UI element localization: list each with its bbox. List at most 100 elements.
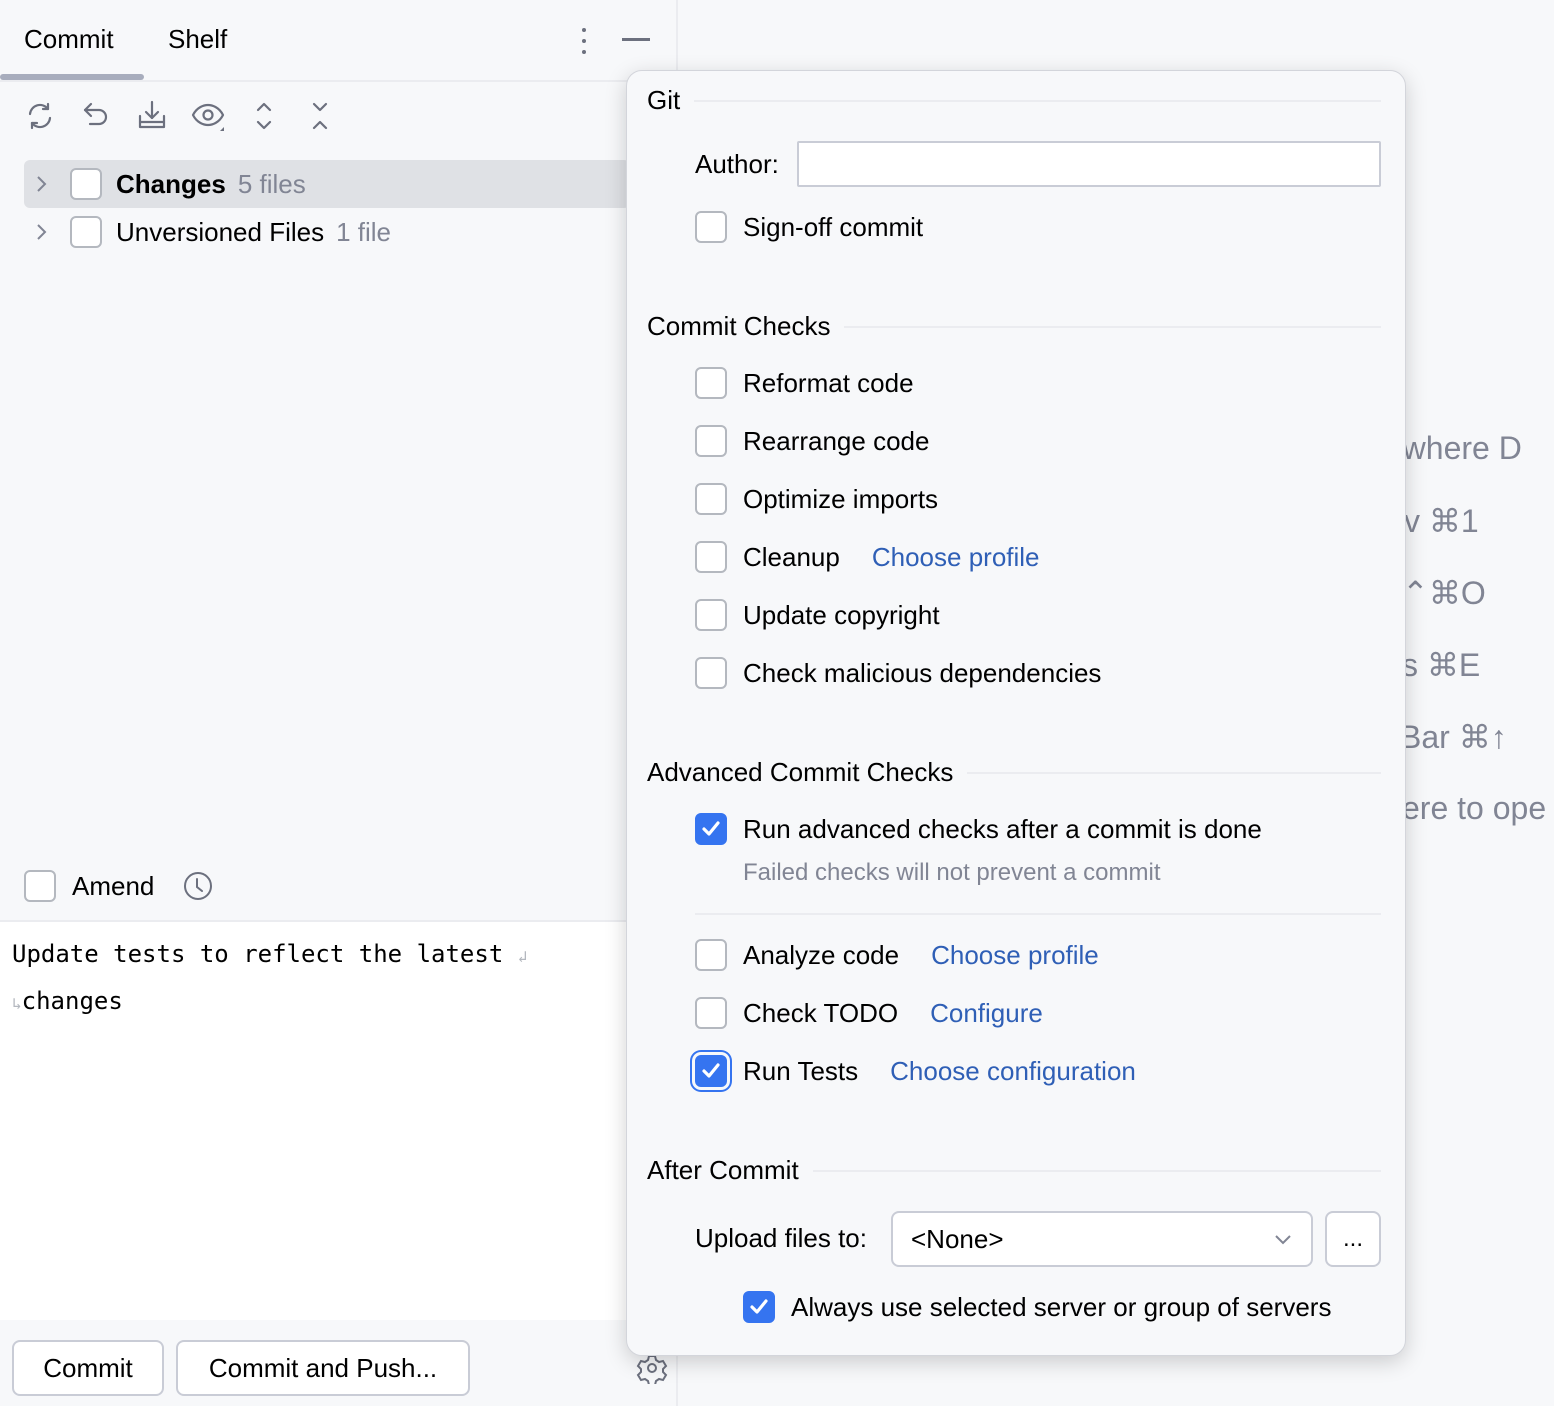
divider	[695, 913, 1381, 915]
hint-project-view: v ⌘1	[1404, 503, 1479, 539]
option-check-malicious-dependencies[interactable]: Check malicious dependencies	[695, 653, 1101, 693]
changes-toolbar	[20, 96, 340, 140]
tab-shelf[interactable]: Shelf	[168, 24, 227, 55]
run-tests-choose-configuration-link[interactable]: Choose configuration	[890, 1056, 1136, 1087]
tree-node-unversioned-files[interactable]: Unversioned Files 1 file	[24, 208, 630, 256]
section-advanced-commit-checks: Advanced Commit Checks	[647, 757, 1381, 788]
commit-and-push-button[interactable]: Commit and Push...	[176, 1340, 470, 1396]
rearrange-code-checkbox[interactable]	[695, 425, 727, 457]
history-clock-icon[interactable]	[182, 870, 214, 902]
cleanup-choose-profile-link[interactable]: Choose profile	[872, 542, 1040, 573]
section-title: Advanced Commit Checks	[647, 757, 954, 787]
chevron-right-icon[interactable]	[26, 174, 56, 194]
editor-empty-state: rywhere D v ⌘1 ⌃⌘O s ⌘E Bar ⌘↑ ere to op…	[1380, 0, 1554, 1406]
always-use-server-checkbox[interactable]	[743, 1291, 775, 1323]
section-title: Git	[647, 85, 681, 115]
option-check-todo[interactable]: Check TODO Configure	[695, 993, 1043, 1033]
option-update-copyright[interactable]: Update copyright	[695, 595, 940, 635]
cleanup-checkbox[interactable]	[695, 541, 727, 573]
option-label: Update copyright	[743, 599, 940, 630]
analyze-code-checkbox[interactable]	[695, 939, 727, 971]
option-label: Optimize imports	[743, 483, 939, 514]
section-after-commit: After Commit	[647, 1155, 1381, 1186]
option-rearrange-code[interactable]: Rearrange code	[695, 421, 929, 461]
option-label: Check malicious dependencies	[743, 657, 1102, 688]
option-cleanup[interactable]: Cleanup Choose profile	[695, 537, 1040, 577]
run-advanced-checks-checkbox[interactable]	[695, 813, 727, 845]
section-commit-checks: Commit Checks	[647, 311, 1381, 342]
check-malicious-dependencies-checkbox[interactable]	[695, 657, 727, 689]
tree-node-count: 1 file	[336, 216, 392, 247]
commit-tool-window: Commit Shelf Changes 5 files Unversioned…	[0, 0, 678, 1406]
option-reformat-code[interactable]: Reformat code	[695, 363, 914, 403]
checkmark-icon	[750, 1299, 768, 1314]
section-title: Commit Checks	[647, 311, 831, 341]
minimize-icon[interactable]	[622, 38, 650, 41]
ide-window: Commit Shelf Changes 5 files Unversioned…	[0, 0, 1554, 1406]
checkmark-icon	[702, 821, 720, 836]
hint-go-to-file: ⌃⌘O	[1402, 575, 1486, 611]
option-label: Run advanced checks after a commit is do…	[743, 813, 1262, 844]
option-label: Cleanup	[743, 541, 840, 572]
check-todo-checkbox[interactable]	[695, 997, 727, 1029]
check-todo-configure-link[interactable]: Configure	[930, 998, 1043, 1029]
reformat-code-checkbox[interactable]	[695, 367, 727, 399]
amend-checkbox[interactable]	[24, 870, 56, 902]
update-copyright-checkbox[interactable]	[695, 599, 727, 631]
soft-wrap-continuation-icon: ↳	[12, 994, 22, 1013]
gear-icon[interactable]	[636, 1352, 668, 1386]
upload-server-value: <None>	[911, 1223, 1004, 1254]
rollback-icon[interactable]	[76, 96, 116, 136]
option-always-use-selected-server[interactable]: Always use selected server or group of s…	[743, 1287, 1331, 1327]
commit-message-line: Update tests to reflect the latest	[12, 940, 504, 968]
option-optimize-imports[interactable]: Optimize imports	[695, 479, 938, 519]
tab-commit[interactable]: Commit	[24, 24, 114, 55]
commit-button[interactable]: Commit	[12, 1340, 164, 1396]
option-analyze-code[interactable]: Analyze code Choose profile	[695, 935, 1099, 975]
changes-checkbox[interactable]	[70, 168, 102, 200]
expand-all-icon[interactable]	[244, 96, 284, 136]
update-icon[interactable]	[132, 96, 172, 136]
collapse-all-icon[interactable]	[300, 96, 340, 136]
option-label: Run Tests	[743, 1055, 859, 1086]
commit-message-line: changes	[21, 987, 123, 1015]
tree-node-count: 5 files	[237, 168, 306, 199]
refresh-icon[interactable]	[20, 96, 60, 136]
section-git: Git	[647, 85, 1381, 116]
advanced-checks-hint: Failed checks will not prevent a commit	[743, 859, 1161, 886]
option-label: Rearrange code	[743, 425, 930, 456]
option-run-advanced-checks-after-commit[interactable]: Run advanced checks after a commit is do…	[695, 809, 1262, 849]
option-label: Sign-off commit	[743, 211, 924, 242]
chevron-down-icon	[1275, 1235, 1291, 1245]
tree-node-changes[interactable]: Changes 5 files	[24, 160, 630, 208]
optimize-imports-checkbox[interactable]	[695, 483, 727, 515]
more-options-icon[interactable]	[574, 24, 594, 58]
tool-window-tabs: Commit Shelf	[0, 0, 678, 82]
amend-label: Amend	[72, 870, 155, 901]
analyze-code-choose-profile-link[interactable]: Choose profile	[931, 940, 1099, 971]
run-tests-checkbox[interactable]	[695, 1055, 727, 1087]
option-label: Analyze code	[743, 939, 900, 970]
commit-message-input[interactable]: Update tests to reflect the latest ↲ ↳ch…	[0, 920, 676, 1320]
view-options-icon[interactable]	[188, 96, 228, 136]
chevron-right-icon[interactable]	[26, 222, 56, 242]
unversioned-files-checkbox[interactable]	[70, 216, 102, 248]
author-input[interactable]	[797, 141, 1381, 187]
option-label: Always use selected server or group of s…	[791, 1291, 1332, 1322]
hint-recent-files: s ⌘E	[1402, 647, 1481, 683]
amend-option: Amend	[24, 870, 214, 902]
active-tab-indicator	[0, 74, 144, 80]
option-run-tests[interactable]: Run Tests Choose configuration	[695, 1051, 1136, 1091]
hint-navigation-bar: Bar ⌘↑	[1400, 719, 1507, 755]
checkmark-icon	[702, 1063, 720, 1078]
tree-node-label: Unversioned Files	[116, 216, 325, 247]
option-sign-off-commit[interactable]: Sign-off commit	[695, 207, 923, 247]
tree-node-label: Changes	[116, 168, 226, 199]
author-label: Author:	[695, 149, 779, 179]
soft-wrap-icon: ↲	[517, 947, 528, 966]
option-label: Check TODO	[743, 997, 899, 1028]
section-title: After Commit	[647, 1155, 799, 1185]
configure-servers-button[interactable]: ...	[1325, 1211, 1381, 1267]
upload-server-dropdown[interactable]: <None>	[891, 1211, 1313, 1267]
sign-off-checkbox[interactable]	[695, 211, 727, 243]
